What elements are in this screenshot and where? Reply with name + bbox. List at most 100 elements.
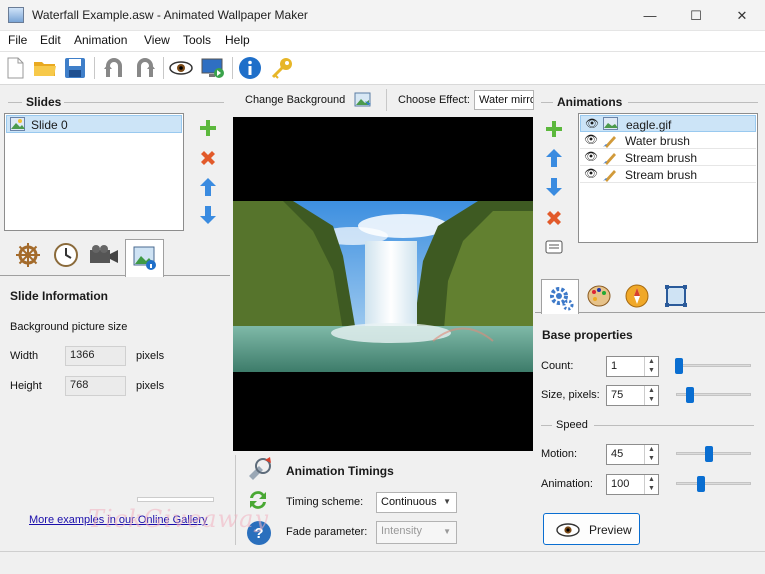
slides-title: Slides — [26, 95, 62, 109]
center-separator — [386, 89, 387, 111]
stepper-down-icon[interactable]: ▼ — [645, 366, 658, 375]
size-stepper[interactable]: 75 ▲ ▼ — [606, 385, 659, 406]
count-slider-track[interactable] — [676, 364, 751, 367]
change-background-icon[interactable] — [354, 91, 372, 112]
animation-speed-stepper[interactable]: 100 ▲ ▼ — [606, 474, 659, 495]
preview-canvas[interactable] — [233, 117, 533, 451]
menu-animation[interactable]: Animation — [74, 33, 127, 47]
stepper-down-icon[interactable]: ▼ — [645, 454, 658, 463]
visibility-eye-icon[interactable]: 👁 — [584, 167, 598, 180]
slide-info-title: Slide Information — [10, 289, 109, 303]
set-wallpaper-icon[interactable] — [200, 55, 226, 81]
stepper-down-icon[interactable]: ▼ — [645, 395, 658, 404]
list-item[interactable]: Slide 0 — [6, 115, 182, 133]
tab-image-info[interactable] — [125, 239, 164, 277]
move-down-icon[interactable] — [199, 205, 217, 228]
slides-list[interactable]: Slide 0 — [4, 113, 184, 231]
add-slide-icon[interactable] — [199, 119, 217, 140]
motion-slider-track[interactable] — [676, 452, 751, 455]
redo-icon[interactable] — [132, 55, 158, 81]
animation-slider-thumb[interactable] — [697, 476, 705, 492]
motion-label: Motion: — [541, 448, 578, 460]
add-animation-icon[interactable] — [545, 120, 563, 141]
visibility-eye-icon[interactable]: 👁 — [585, 117, 599, 130]
tab-frame-icon[interactable] — [664, 284, 688, 311]
section-rule — [628, 102, 758, 103]
toolbar — [0, 52, 765, 85]
gear-icon — [550, 287, 574, 311]
stepper-up-icon[interactable]: ▲ — [645, 386, 658, 395]
stepper-up-icon[interactable]: ▲ — [645, 445, 658, 454]
open-folder-icon[interactable] — [32, 55, 58, 81]
animations-title: Animations — [557, 95, 623, 109]
preview-button[interactable]: Preview — [543, 513, 640, 545]
preview-label: Preview — [589, 523, 632, 537]
timing-scheme-select[interactable]: Continuous ▼ — [376, 492, 457, 513]
toolbar-separator — [94, 57, 95, 79]
change-background-label[interactable]: Change Background — [245, 94, 345, 106]
tab-base-properties[interactable] — [541, 279, 579, 314]
window-title: Waterfall Example.asw - Animated Wallpap… — [32, 8, 308, 22]
toolbar-separator — [163, 57, 164, 79]
height-unit: pixels — [136, 380, 165, 392]
menu-help[interactable]: Help — [225, 33, 250, 47]
motion-value: 45 — [611, 448, 624, 460]
list-item[interactable]: 👁 Stream brush — [580, 149, 756, 166]
tab-clock-icon[interactable] — [53, 242, 79, 271]
stepper-up-icon[interactable]: ▲ — [645, 475, 658, 484]
list-item[interactable]: 👁 Water brush — [580, 132, 756, 149]
animation-label: eagle.gif — [626, 118, 672, 132]
stepper-up-icon[interactable]: ▲ — [645, 357, 658, 366]
menu-view[interactable]: View — [144, 33, 170, 47]
minimize-button[interactable]: — — [627, 0, 673, 31]
menu-edit[interactable]: Edit — [40, 33, 61, 47]
animations-list[interactable]: 👁 eagle.gif 👁 Water brush 👁 Stream brush… — [578, 113, 758, 243]
animation-move-down-icon[interactable] — [545, 177, 563, 200]
undo-icon[interactable] — [101, 55, 127, 81]
tab-camera-icon[interactable] — [89, 244, 119, 269]
preview-eye-icon[interactable] — [168, 55, 194, 81]
motion-stepper[interactable]: 45 ▲ ▼ — [606, 444, 659, 465]
height-label: Height — [10, 380, 42, 392]
scroll-handle[interactable] — [137, 497, 214, 502]
animation-label: Stream brush — [625, 151, 698, 165]
effect-select[interactable]: Water mirro — [474, 90, 534, 110]
move-up-icon[interactable] — [199, 177, 217, 200]
tab-palette-icon[interactable] — [586, 284, 612, 311]
maximize-button[interactable]: ☐ — [673, 0, 719, 31]
count-stepper[interactable]: 1 ▲ ▼ — [606, 356, 659, 377]
visibility-eye-icon[interactable]: 👁 — [584, 133, 598, 146]
animation-move-up-icon[interactable] — [545, 148, 563, 171]
animation-properties-icon[interactable] — [545, 238, 563, 259]
delete-slide-icon[interactable] — [199, 149, 217, 170]
visibility-eye-icon[interactable]: 👁 — [584, 150, 598, 163]
timing-scheme-value: Continuous — [381, 496, 437, 508]
animation-slider-track[interactable] — [676, 482, 751, 485]
new-file-icon[interactable] — [2, 55, 28, 81]
key-icon[interactable] — [269, 55, 295, 81]
section-rule — [541, 425, 552, 426]
info-icon[interactable] — [237, 55, 263, 81]
size-label: Size, pixels: — [541, 389, 600, 401]
stepper-down-icon[interactable]: ▼ — [645, 484, 658, 493]
menu-file[interactable]: File — [8, 33, 27, 47]
tab-settings-wheel-icon[interactable] — [15, 242, 41, 271]
menu-tools[interactable]: Tools — [183, 33, 211, 47]
count-slider-thumb[interactable] — [675, 358, 683, 374]
size-slider-thumb[interactable] — [686, 387, 694, 403]
animation-speed-label: Animation: — [541, 478, 593, 490]
delete-animation-icon[interactable] — [545, 209, 563, 230]
base-properties-title: Base properties — [542, 328, 633, 342]
motion-slider-thumb[interactable] — [705, 446, 713, 462]
timing-scheme-label: Timing scheme: — [286, 496, 364, 508]
fade-parameter-value: Intensity — [381, 525, 422, 537]
animation-speed-value: 100 — [611, 478, 630, 490]
list-item[interactable]: 👁 eagle.gif — [580, 115, 756, 132]
animation-label: Stream brush — [625, 168, 698, 182]
save-icon[interactable] — [62, 55, 88, 81]
close-button[interactable]: ✕ — [719, 0, 765, 31]
gif-image-icon — [603, 117, 618, 130]
list-item[interactable]: 👁 Stream brush — [580, 166, 756, 183]
tab-compass-icon[interactable] — [625, 284, 649, 311]
title-bar: Waterfall Example.asw - Animated Wallpap… — [0, 0, 765, 31]
